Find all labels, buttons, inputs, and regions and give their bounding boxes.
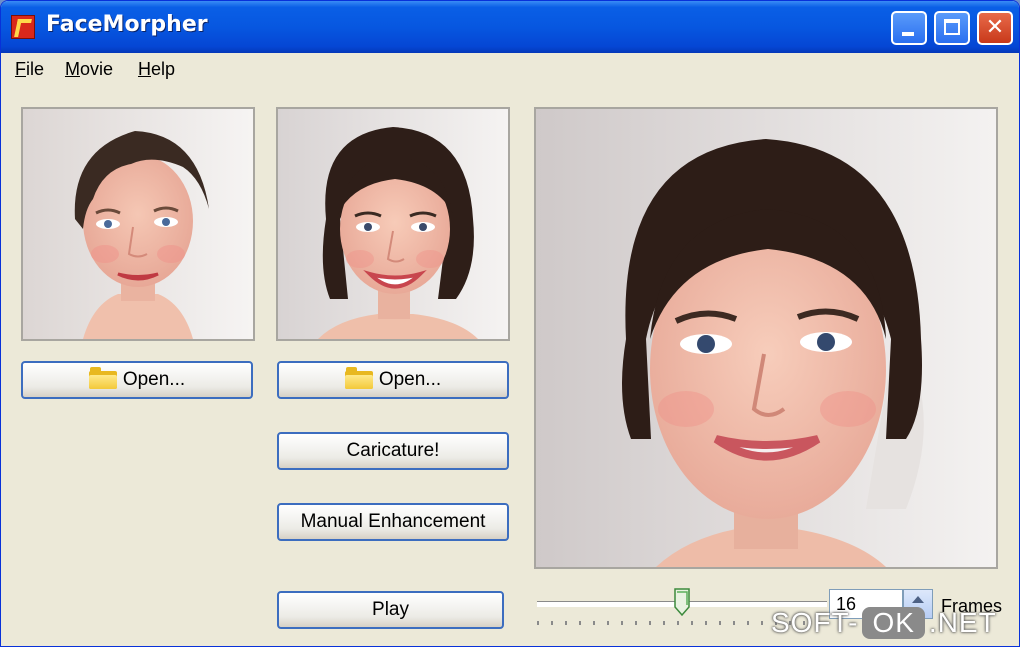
close-icon: ✕	[985, 15, 1005, 40]
minimize-button[interactable]	[891, 11, 927, 45]
morph-preview	[534, 107, 998, 569]
minimize-icon	[902, 32, 914, 36]
watermark-left: SOFT-	[771, 607, 859, 638]
face-photo-left	[23, 109, 253, 339]
menu-movie[interactable]: Movie	[65, 59, 113, 80]
menu-file[interactable]: File	[15, 59, 44, 80]
app-icon[interactable]	[11, 15, 35, 39]
face-photo-right	[278, 109, 508, 339]
close-button[interactable]: ✕	[977, 11, 1013, 45]
folder-icon	[344, 366, 373, 389]
menu-bar: File Movie Help	[1, 53, 1019, 87]
window-title: FaceMorpher	[46, 12, 208, 37]
maximize-button[interactable]	[934, 11, 970, 45]
source-image-left	[21, 107, 255, 341]
watermark-right: .NET	[928, 607, 997, 638]
watermark-box: OK	[862, 607, 925, 639]
play-button[interactable]: Play	[277, 591, 504, 629]
open-left-button[interactable]: Open...	[21, 361, 253, 399]
caricature-button[interactable]: Caricature!	[277, 432, 509, 470]
manual-enhancement-button[interactable]: Manual Enhancement	[277, 503, 509, 541]
title-bar[interactable]: FaceMorpher ✕	[1, 1, 1019, 53]
open-right-label: Open...	[378, 369, 442, 390]
menu-help[interactable]: Help	[138, 59, 175, 80]
watermark: SOFT- OK .NET	[771, 601, 997, 645]
frame-slider-thumb[interactable]	[674, 588, 690, 616]
source-image-right	[276, 107, 510, 341]
app-window: FaceMorpher ✕ File Movie Help Open... Op…	[0, 0, 1020, 647]
open-right-button[interactable]: Open...	[277, 361, 509, 399]
maximize-icon	[944, 19, 960, 35]
open-left-label: Open...	[122, 369, 186, 390]
morph-result-photo	[536, 109, 996, 567]
folder-icon	[88, 366, 117, 389]
